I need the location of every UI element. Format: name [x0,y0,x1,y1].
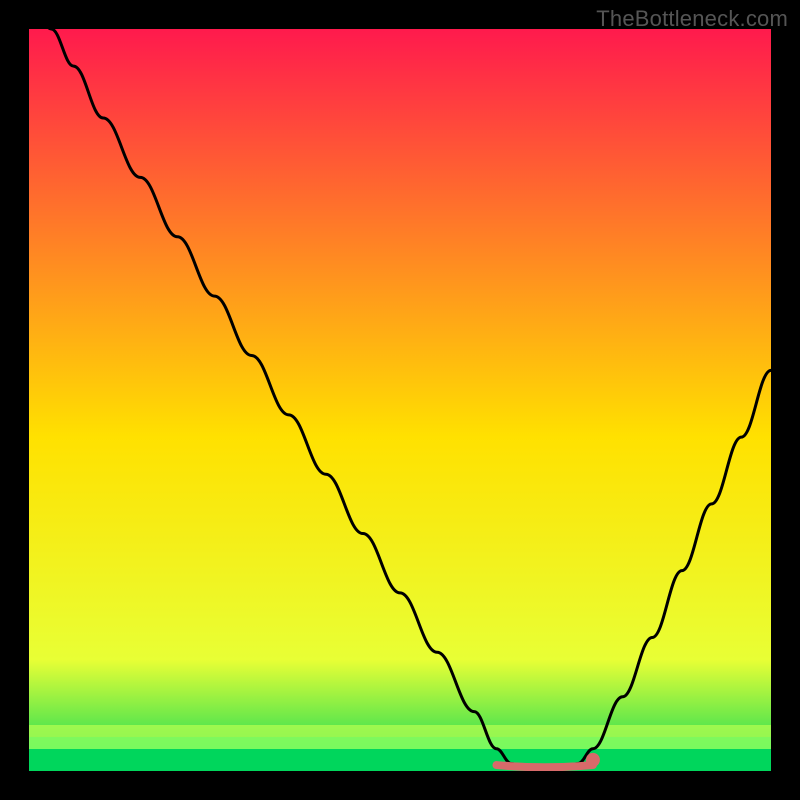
flat-region-end-dot [586,753,600,767]
chart-plot-area [29,29,771,771]
chart-frame: TheBottleneck.com [0,0,800,800]
flat-region-highlight [496,765,592,767]
watermark-text: TheBottleneck.com [596,6,788,32]
chart-band-2 [29,737,771,749]
chart-band-1 [29,725,771,737]
chart-background-gradient [29,29,771,771]
chart-band-3 [29,749,771,771]
chart-svg [29,29,771,771]
